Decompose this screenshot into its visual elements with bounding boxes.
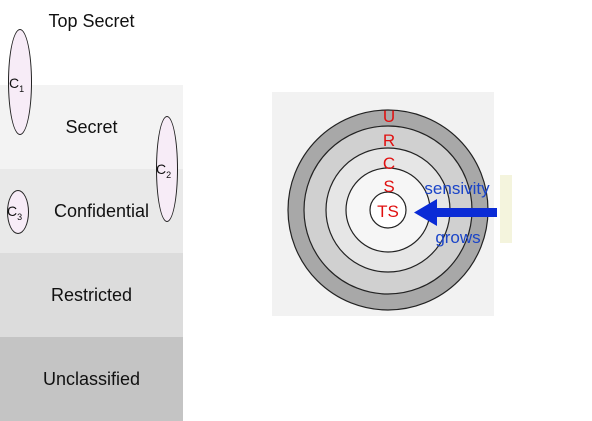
ring-letter-u: U [383, 107, 395, 126]
rings-diagram: U R C S TS sensivity grows [287, 107, 512, 311]
arrow-highlight [500, 175, 512, 243]
ring-letter-r: R [383, 131, 395, 150]
ring-center-ts: TS [377, 202, 399, 221]
ring-letter-s: S [383, 177, 394, 196]
arrow-text-top: sensivity [424, 179, 490, 198]
ring-letter-c: C [383, 154, 395, 173]
arrow-shaft [436, 208, 497, 217]
arrow-text-bottom: grows [435, 228, 480, 247]
